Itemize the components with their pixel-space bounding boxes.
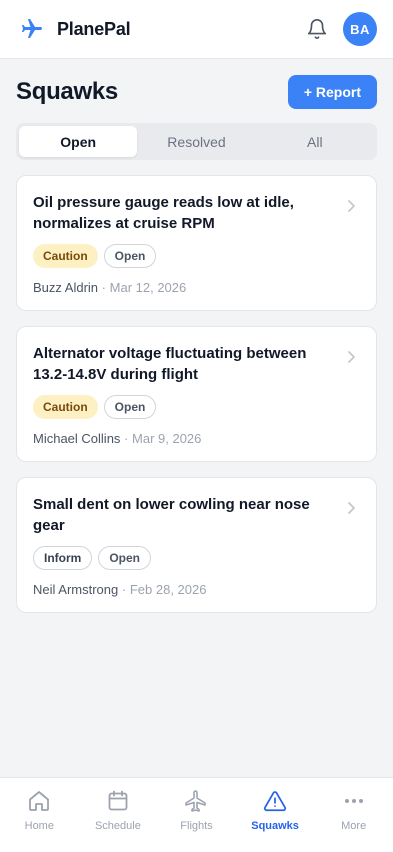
home-icon [27,789,51,813]
title-row: Squawks + Report [16,74,377,110]
severity-badge: Inform [33,546,93,570]
status-badge: Open [98,546,152,570]
page-title: Squawks [16,78,118,105]
calendar-icon [106,789,130,813]
brand[interactable]: PlanePal [18,15,131,43]
meta-separator: · [121,582,127,597]
app-screen: PlanePal BA Squawks + Report Open Resolv… [0,0,393,852]
tab-open[interactable]: Open [19,126,138,157]
nav-squawks[interactable]: Squawks [236,778,315,852]
nav-label: Home [24,820,54,832]
report-button[interactable]: + Report [287,75,377,109]
squawk-list: Oil pressure gauge reads low at idle, no… [16,175,377,628]
nav-label: Flights [180,820,213,832]
nav-more[interactable]: More [314,778,393,852]
reporter-name: Neil Armstrong [33,582,119,597]
severity-badge: Caution [33,395,98,419]
tab-resolved[interactable]: Resolved [137,126,255,157]
nav-flights[interactable]: Flights [157,778,236,852]
more-icon [342,789,366,813]
airplane-logo-icon [18,15,46,43]
status-badge: Open [103,395,157,419]
nav-schedule[interactable]: Schedule [79,778,158,852]
bell-icon[interactable] [303,15,331,43]
status-badge: Open [103,244,157,268]
severity-badge: Caution [33,244,98,268]
reporter-name: Michael Collins [33,431,121,446]
app-name: PlanePal [57,18,131,39]
squawk-card[interactable]: Oil pressure gauge reads low at idle, no… [16,175,377,311]
chevron-right-icon [346,199,356,213]
nav-label: Schedule [94,820,141,832]
chevron-right-icon [346,501,356,515]
squawk-title: Small dent on lower cowling near nose ge… [33,496,310,534]
airplane-icon [184,789,208,813]
reporter-name: Buzz Aldrin [33,280,99,295]
nav-label: Squawks [251,820,299,832]
bottom-nav: Home Schedule Flights Squawks More [0,777,393,852]
warning-icon [263,789,287,813]
report-date: Mar 9, 2026 [132,431,202,446]
squawk-card[interactable]: Small dent on lower cowling near nose ge… [16,477,377,613]
top-bar: PlanePal BA [0,0,393,59]
squawk-card[interactable]: Alternator voltage fluctuating between 1… [16,326,377,462]
chevron-right-icon [346,350,356,364]
nav-home[interactable]: Home [0,778,79,852]
report-date: Mar 12, 2026 [109,280,187,295]
meta-separator: · [101,280,107,295]
meta-separator: · [124,431,129,446]
squawk-title: Oil pressure gauge reads low at idle, no… [33,194,294,232]
report-date: Feb 28, 2026 [129,582,207,597]
avatar[interactable]: BA [343,12,377,46]
squawk-title: Alternator voltage fluctuating between 1… [33,345,307,383]
tab-all[interactable]: All [256,126,374,157]
nav-label: More [341,820,367,832]
status-filter-tabs: Open Resolved All [16,123,377,160]
